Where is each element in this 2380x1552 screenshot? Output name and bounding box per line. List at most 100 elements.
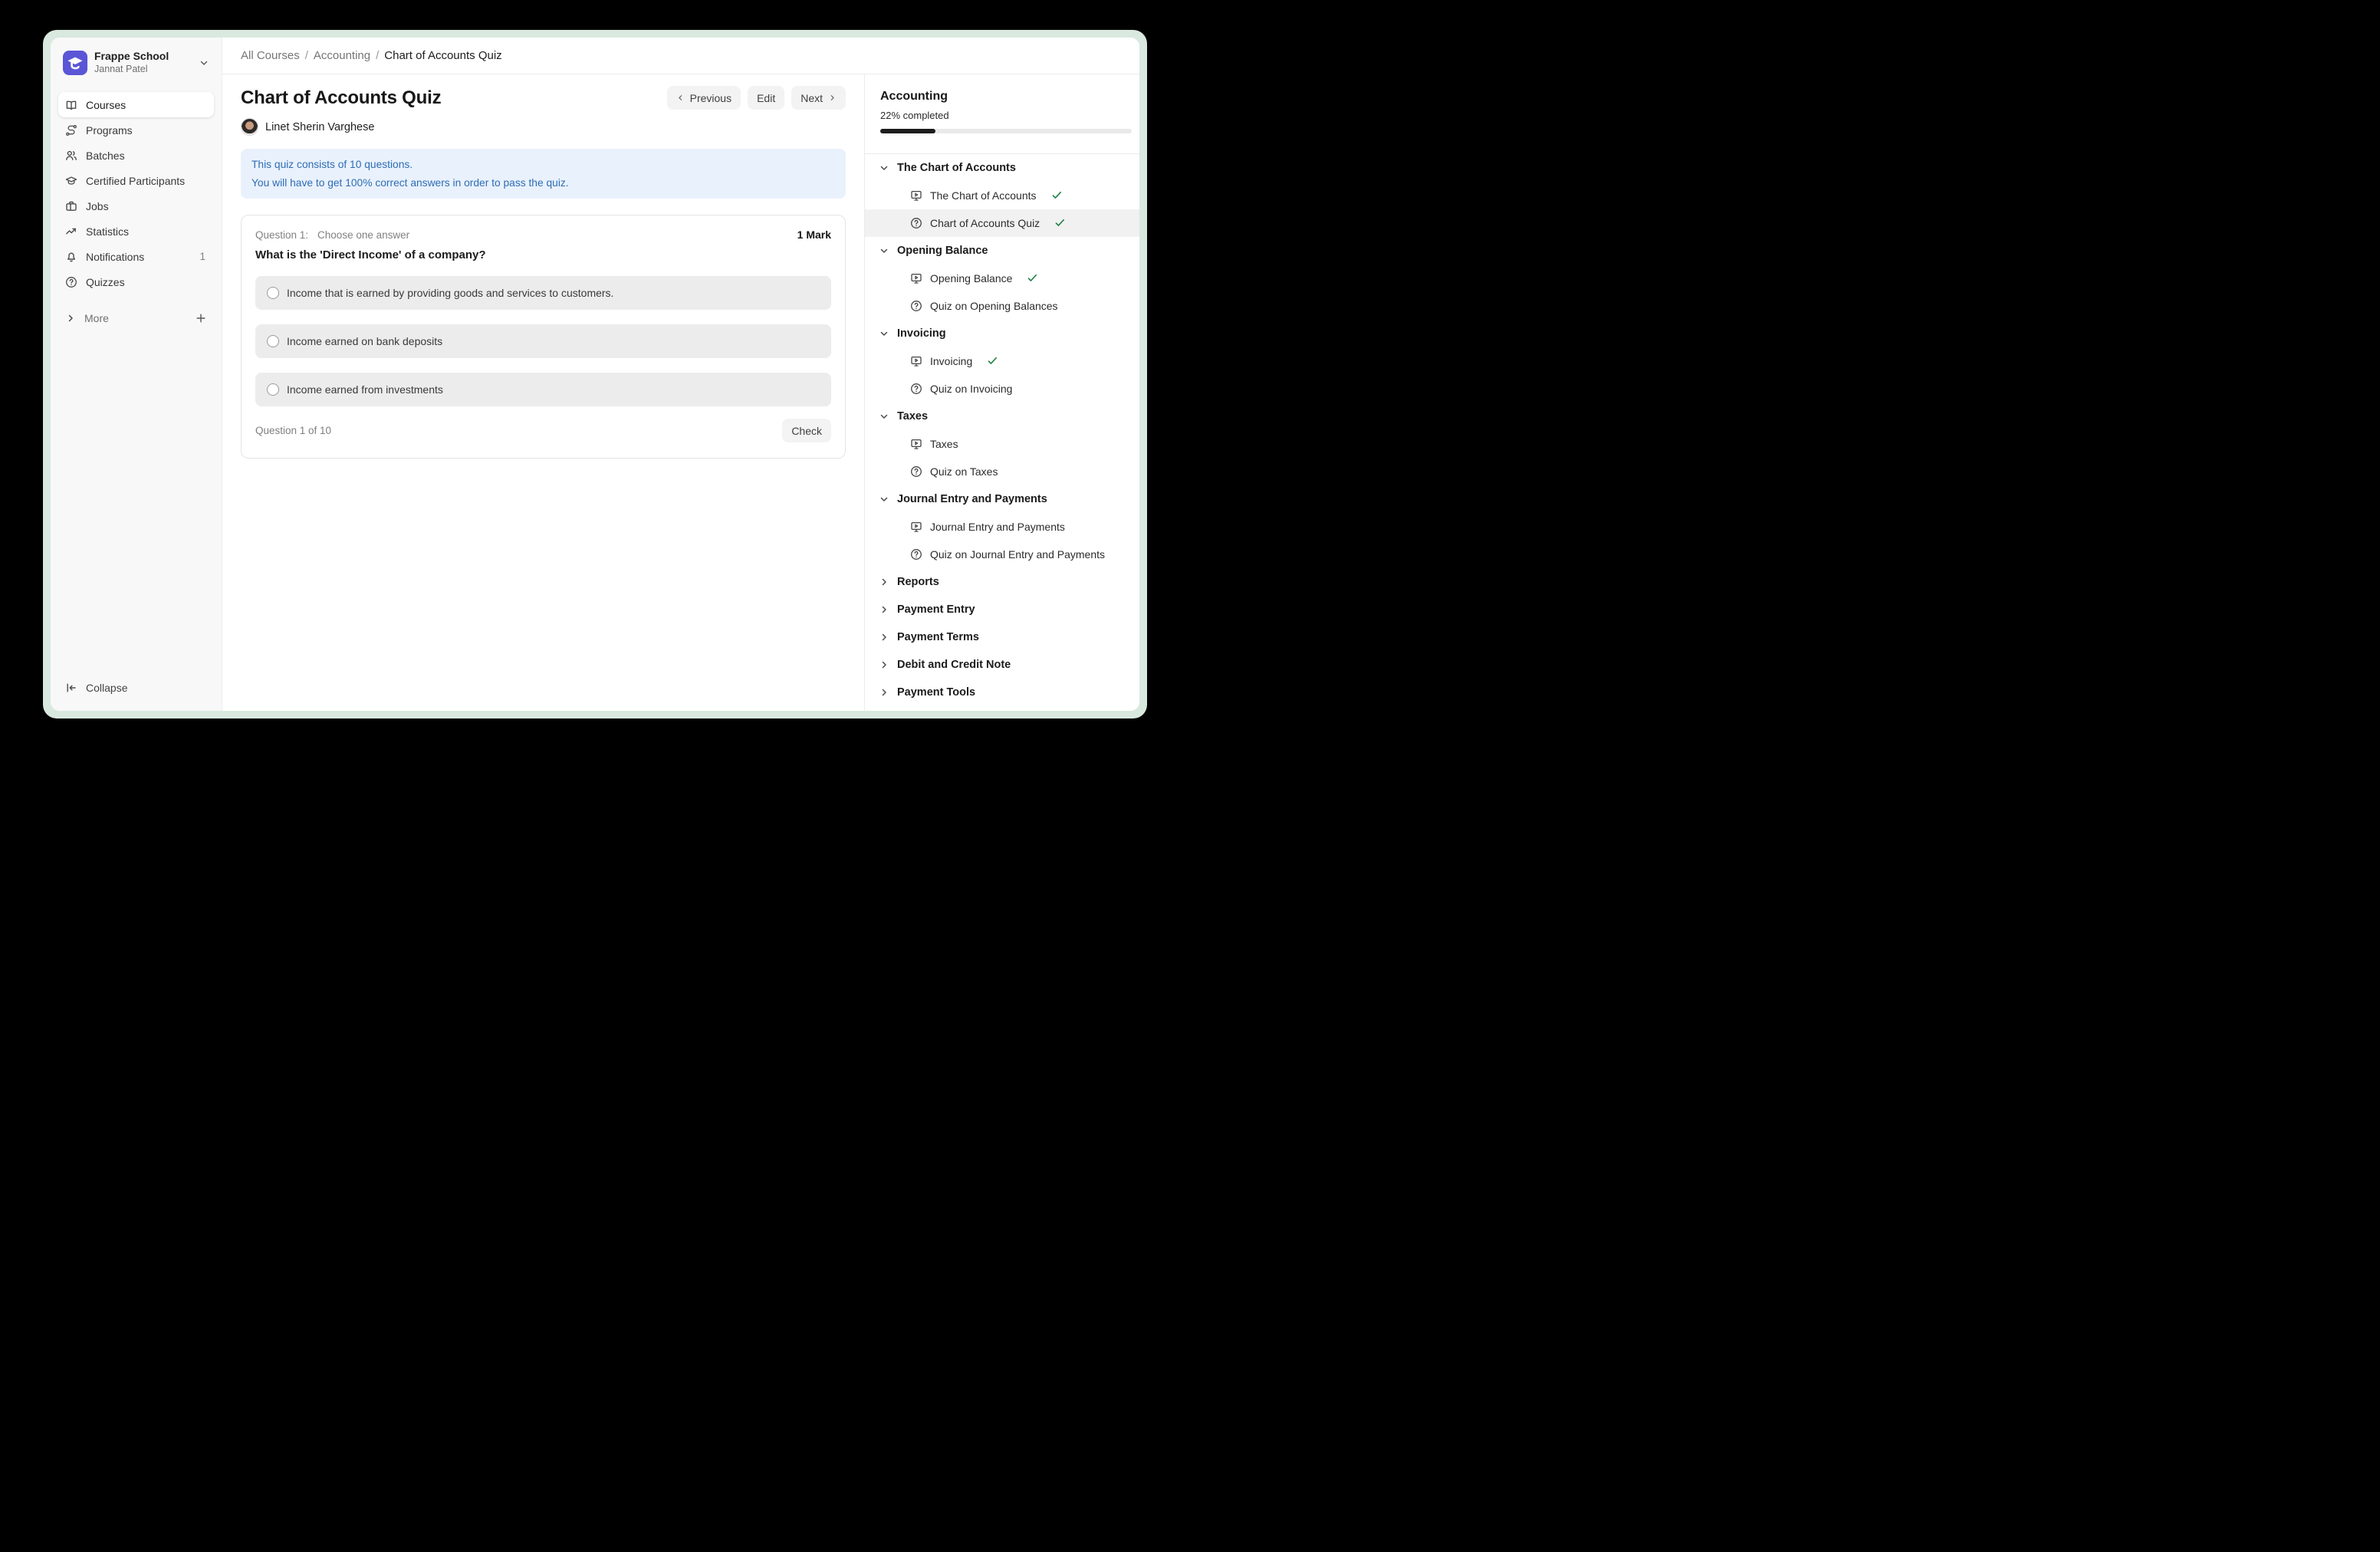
chevron-down-icon — [199, 58, 209, 68]
answer-option-label: Income that is earned by providing goods… — [287, 287, 613, 299]
edit-button[interactable]: Edit — [748, 86, 784, 110]
answer-option-2[interactable]: Income earned on bank deposits — [255, 324, 831, 358]
chevron-right-icon — [879, 659, 889, 670]
title-row: Chart of Accounts Quiz Previous Edit — [241, 86, 846, 110]
breadcrumb-separator: / — [376, 49, 379, 62]
sidebar-item-jobs[interactable]: Jobs — [58, 193, 214, 219]
frappe-school-logo-icon — [63, 51, 87, 75]
chevron-left-icon — [676, 94, 685, 102]
course-outline-header: Accounting 22% completed — [865, 74, 1139, 133]
outline-section-payment-tools[interactable]: Payment Tools — [865, 679, 1139, 706]
check-icon — [1054, 217, 1066, 229]
outline-quiz-on-opening-balances[interactable]: Quiz on Opening Balances — [865, 292, 1139, 320]
chevron-down-icon — [879, 328, 889, 339]
quiz-icon — [910, 217, 922, 229]
answer-option-label: Income earned on bank deposits — [287, 335, 442, 347]
breadcrumb-accounting[interactable]: Accounting — [314, 49, 370, 62]
outline-quiz-chart-of-accounts-quiz[interactable]: Chart of Accounts Quiz — [865, 209, 1139, 237]
sidebar-item-certified-participants[interactable]: Certified Participants — [58, 168, 214, 193]
sidebar-item-label: Courses — [86, 99, 126, 111]
author-row: Linet Sherin Varghese — [241, 118, 846, 136]
radio-button-icon[interactable] — [267, 287, 279, 299]
add-button[interactable] — [195, 312, 207, 324]
quiz-icon — [910, 548, 922, 561]
quiz-notice-line2: You will have to get 100% correct answer… — [251, 174, 835, 192]
sidebar-item-statistics[interactable]: Statistics — [58, 219, 214, 244]
outline-section-taxes[interactable]: Taxes — [865, 403, 1139, 430]
question-header: Question 1: Choose one answer 1 Mark — [255, 229, 831, 241]
answer-option-label: Income earned from investments — [287, 383, 443, 396]
outline-section-the-chart-of-accounts[interactable]: The Chart of Accounts — [865, 154, 1139, 182]
sidebar-collapse-button[interactable]: Collapse — [58, 675, 214, 700]
question-marks: 1 Mark — [797, 229, 831, 241]
breadcrumb-all-courses[interactable]: All Courses — [241, 49, 300, 62]
outline-lesson-journal-entry-and-payments[interactable]: Journal Entry and Payments — [865, 513, 1139, 541]
edit-button-label: Edit — [757, 92, 775, 104]
sidebar-more-toggle[interactable]: More — [58, 305, 214, 330]
question-progress: Question 1 of 10 — [255, 425, 331, 436]
sidebar-collapse-label: Collapse — [86, 682, 127, 694]
quiz-footer: Question 1 of 10 Check — [255, 419, 831, 442]
outline-quiz-on-taxes[interactable]: Quiz on Taxes — [865, 458, 1139, 485]
question-text: What is the 'Direct Income' of a company… — [255, 248, 831, 261]
course-outline-panel: Accounting 22% completed The Chart of Ac… — [864, 74, 1139, 711]
outline-section-payment-terms[interactable]: Payment Terms — [865, 623, 1139, 651]
question-instruction: Choose one answer — [317, 229, 409, 241]
lesson-icon — [910, 189, 922, 202]
sidebar-item-courses[interactable]: Courses — [58, 92, 214, 117]
workspace-switcher[interactable]: Frappe School Jannat Patel — [58, 48, 214, 77]
answer-option-1[interactable]: Income that is earned by providing goods… — [255, 276, 831, 310]
check-button[interactable]: Check — [782, 419, 831, 442]
course-outline-tree: The Chart of Accounts The Chart of Accou… — [865, 154, 1139, 712]
lesson-nav-buttons: Previous Edit Next — [667, 86, 846, 110]
sidebar-item-quizzes[interactable]: Quizzes — [58, 269, 214, 294]
outline-quiz-on-invoicing[interactable]: Quiz on Invoicing — [865, 375, 1139, 403]
chevron-right-icon — [828, 94, 837, 102]
app-window: Frappe School Jannat Patel Courses Progr… — [51, 38, 1139, 711]
route-icon — [65, 124, 77, 136]
outline-lesson-invoicing[interactable]: Invoicing — [865, 347, 1139, 375]
check-icon — [1027, 272, 1038, 284]
help-circle-icon — [65, 276, 77, 288]
radio-button-icon[interactable] — [267, 335, 279, 347]
previous-button[interactable]: Previous — [667, 86, 741, 110]
content-column: All Courses / Accounting / Chart of Acco… — [222, 38, 1139, 711]
sidebar-item-label: Jobs — [86, 200, 109, 212]
briefcase-icon — [65, 200, 77, 212]
outline-section-opening-balance[interactable]: Opening Balance — [865, 237, 1139, 265]
lesson-icon — [910, 355, 922, 367]
breadcrumb-separator: / — [305, 49, 308, 62]
trending-up-icon — [65, 225, 77, 238]
outline-lesson-the-chart-of-accounts[interactable]: The Chart of Accounts — [865, 182, 1139, 209]
lesson-icon — [910, 438, 922, 450]
course-title: Accounting — [880, 90, 1124, 104]
answer-option-3[interactable]: Income earned from investments — [255, 373, 831, 406]
outline-section-debit-and-credit-note[interactable]: Debit and Credit Note — [865, 651, 1139, 679]
sidebar-item-notifications[interactable]: Notifications 1 — [58, 244, 214, 269]
sidebar-item-label: Certified Participants — [86, 175, 185, 187]
chevron-down-icon — [879, 494, 889, 505]
outline-section-journal-entry-and-payments[interactable]: Journal Entry and Payments — [865, 485, 1139, 513]
window-frame: Frappe School Jannat Patel Courses Progr… — [43, 30, 1147, 718]
outline-section-reports[interactable]: Reports — [865, 568, 1139, 596]
lesson-icon — [910, 521, 922, 533]
outline-lesson-taxes[interactable]: Taxes — [865, 430, 1139, 458]
radio-button-icon[interactable] — [267, 383, 279, 396]
sidebar-item-programs[interactable]: Programs — [58, 117, 214, 143]
next-button[interactable]: Next — [791, 86, 846, 110]
check-button-label: Check — [791, 425, 822, 437]
chevron-down-icon — [879, 411, 889, 422]
sidebar-item-label: Quizzes — [86, 276, 125, 288]
collapse-sidebar-icon — [65, 682, 77, 694]
outline-section-invoicing[interactable]: Invoicing — [865, 320, 1139, 347]
desktop-background: Frappe School Jannat Patel Courses Progr… — [0, 0, 1190, 776]
outline-lesson-opening-balance[interactable]: Opening Balance — [865, 265, 1139, 292]
sidebar-spacer — [58, 330, 214, 675]
quiz-icon — [910, 300, 922, 312]
outline-quiz-on-journal-entry-and-payments[interactable]: Quiz on Journal Entry and Payments — [865, 541, 1139, 568]
breadcrumb-bar: All Courses / Accounting / Chart of Acco… — [222, 38, 1139, 74]
breadcrumb: All Courses / Accounting / Chart of Acco… — [241, 49, 502, 62]
check-icon — [1051, 189, 1063, 201]
outline-section-payment-entry[interactable]: Payment Entry — [865, 596, 1139, 623]
sidebar-item-batches[interactable]: Batches — [58, 143, 214, 168]
